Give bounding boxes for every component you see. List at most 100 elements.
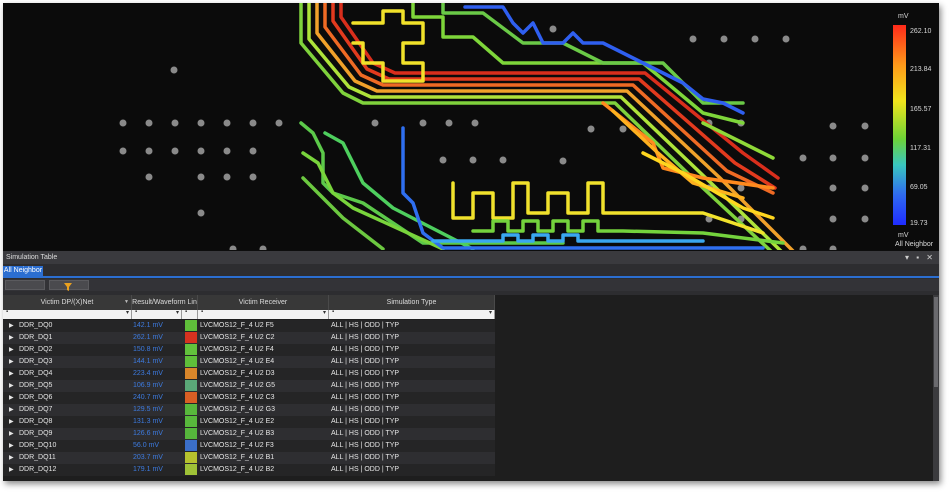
result-value[interactable]: 223.4 mV [133,368,183,380]
tab-all-neighbor[interactable]: All Neighbor [3,266,43,276]
chevron-down-icon[interactable]: ▾ [323,309,326,316]
tab-strip [3,276,939,278]
simulation-type: ALL | HS | ODD | TYP [331,454,400,461]
voltage-color-scale [893,25,906,225]
expand-icon[interactable]: ▶ [9,404,17,416]
victim-receiver: LVCMOS12_F_4 U2 E2 [200,418,275,425]
filter-cell-result[interactable]: ▪ ▾ [132,309,182,319]
app-window: mV 262.10 213.84 165.57 117.31 69.05 19.… [3,3,939,481]
victim-net: DDR_DQ12 [19,466,57,473]
chevron-down-icon[interactable]: ▾ [176,309,179,316]
vertical-scrollbar[interactable] [933,295,939,481]
result-value[interactable]: 142.1 mV [133,320,183,332]
expand-icon[interactable]: ▶ [9,440,17,452]
pin-icon[interactable]: ▪ [916,253,919,262]
result-value[interactable]: 106.9 mV [133,380,183,392]
victim-receiver: LVCMOS12_F_4 U2 B2 [200,466,275,473]
table-row[interactable]: ▶ DDR_DQ4 223.4 mV LVCMOS12_F_4 U2 D3 AL… [3,368,495,380]
color-swatch [185,356,197,367]
toolbar-button[interactable] [5,280,45,290]
victim-net: DDR_DQ5 [19,382,53,389]
result-value[interactable]: 240.7 mV [133,392,183,404]
result-value[interactable]: 129.5 mV [133,404,183,416]
table-row[interactable]: ▶ DDR_DQ0 142.1 mV LVCMOS12_F_4 U2 F5 AL… [3,320,495,332]
column-header-label: Victim Receiver [238,299,288,306]
panel-title: Simulation Table [3,251,939,264]
table-row[interactable]: ▶ DDR_DQ8 131.3 mV LVCMOS12_F_4 U2 E2 AL… [3,416,495,428]
simulation-table: Victim DP/(X)Net ▼ Result/Waveform Lin V… [3,295,933,481]
simulation-type: ALL | HS | ODD | TYP [331,382,400,389]
legend-label: 213.84 [910,66,932,73]
simulation-type: ALL | HS | ODD | TYP [331,430,400,437]
table-row[interactable]: ▶ DDR_DQ1 262.1 mV LVCMOS12_F_4 U2 C2 AL… [3,332,495,344]
expand-icon[interactable]: ▶ [9,332,17,344]
result-value[interactable]: 56.0 mV [133,440,183,452]
result-value[interactable]: 262.1 mV [133,332,183,344]
close-icon[interactable]: ✕ [926,253,933,262]
result-value[interactable]: 150.8 mV [133,344,183,356]
victim-net: DDR_DQ0 [19,322,53,329]
result-value[interactable]: 179.1 mV [133,464,183,476]
table-row[interactable]: ▶ DDR_DQ9 126.6 mV LVCMOS12_F_4 U2 B3 AL… [3,428,495,440]
expand-icon[interactable]: ▶ [9,428,17,440]
column-header-simtype[interactable]: Simulation Type [329,295,495,310]
expand-icon[interactable]: ▶ [9,464,17,476]
legend-unit-bottom: mV [898,232,909,239]
victim-net: DDR_DQ3 [19,358,53,365]
legend-unit-top: mV [898,13,909,20]
chevron-down-icon[interactable]: ▾ [489,309,492,316]
column-header-receiver[interactable]: Victim Receiver [198,295,329,310]
victim-net: DDR_DQ2 [19,346,53,353]
victim-net: DDR_DQ10 [19,442,57,449]
simulation-type: ALL | HS | ODD | TYP [331,346,400,353]
color-swatch [185,416,197,427]
table-row[interactable]: ▶ DDR_DQ3 144.1 mV LVCMOS12_F_4 U2 E4 AL… [3,356,495,368]
victim-receiver: LVCMOS12_F_4 U2 G5 [200,382,275,389]
victim-receiver: LVCMOS12_F_4 U2 F5 [200,322,274,329]
legend-label: 165.57 [910,106,932,113]
result-value[interactable]: 131.3 mV [133,416,183,428]
pcb-layout-canvas[interactable] [3,3,939,250]
result-value[interactable]: 203.7 mV [133,452,183,464]
simulation-type: ALL | HS | ODD | TYP [331,418,400,425]
filter-cell-simtype[interactable]: ▪ ▾ [329,309,495,319]
expand-icon[interactable]: ▶ [9,380,17,392]
expand-icon[interactable]: ▶ [9,452,17,464]
column-header-victim[interactable]: Victim DP/(X)Net ▼ [3,295,132,310]
expand-icon[interactable]: ▶ [9,392,17,404]
color-swatch [185,464,197,475]
chevron-down-icon[interactable]: ▾ [126,309,129,316]
filter-cell-victim[interactable]: ▪ ▾ [3,309,132,319]
dropdown-icon[interactable]: ▾ [905,253,909,262]
scrollbar-thumb[interactable] [934,297,938,387]
table-row[interactable]: ▶ DDR_DQ10 56.0 mV LVCMOS12_F_4 U2 F3 AL… [3,440,495,452]
filter-cell-color[interactable]: ▪ [182,309,198,319]
expand-icon[interactable]: ▶ [9,368,17,380]
column-header-label: Simulation Type [386,299,437,306]
expand-icon[interactable]: ▶ [9,344,17,356]
expand-icon[interactable]: ▶ [9,320,17,332]
column-header-result[interactable]: Result/Waveform Lin [132,295,198,310]
victim-net: DDR_DQ7 [19,406,53,413]
expand-icon[interactable]: ▶ [9,356,17,368]
result-value[interactable]: 144.1 mV [133,356,183,368]
table-row[interactable]: ▶ DDR_DQ6 240.7 mV LVCMOS12_F_4 U2 C3 AL… [3,392,495,404]
table-row[interactable]: ▶ DDR_DQ12 179.1 mV LVCMOS12_F_4 U2 B2 A… [3,464,495,476]
sort-icon[interactable]: ▼ [124,295,129,310]
table-row[interactable]: ▶ DDR_DQ7 129.5 mV LVCMOS12_F_4 U2 G3 AL… [3,404,495,416]
filter-button[interactable] [49,280,89,291]
victim-receiver: LVCMOS12_F_4 U2 B3 [200,430,275,437]
color-swatch [185,440,197,451]
expand-icon[interactable]: ▶ [9,416,17,428]
color-swatch [185,380,197,391]
filter-cell-receiver[interactable]: ▪ ▾ [198,309,329,319]
victim-receiver: LVCMOS12_F_4 U2 E4 [200,358,275,365]
color-swatch [185,368,197,379]
victim-receiver: LVCMOS12_F_4 U2 F3 [200,442,274,449]
table-row[interactable]: ▶ DDR_DQ11 203.7 mV LVCMOS12_F_4 U2 B1 A… [3,452,495,464]
table-row[interactable]: ▶ DDR_DQ2 150.8 mV LVCMOS12_F_4 U2 F4 AL… [3,344,495,356]
result-value[interactable]: 126.6 mV [133,428,183,440]
table-row[interactable]: ▶ DDR_DQ5 106.9 mV LVCMOS12_F_4 U2 G5 AL… [3,380,495,392]
simulation-type: ALL | HS | ODD | TYP [331,358,400,365]
simulation-type: ALL | HS | ODD | TYP [331,466,400,473]
